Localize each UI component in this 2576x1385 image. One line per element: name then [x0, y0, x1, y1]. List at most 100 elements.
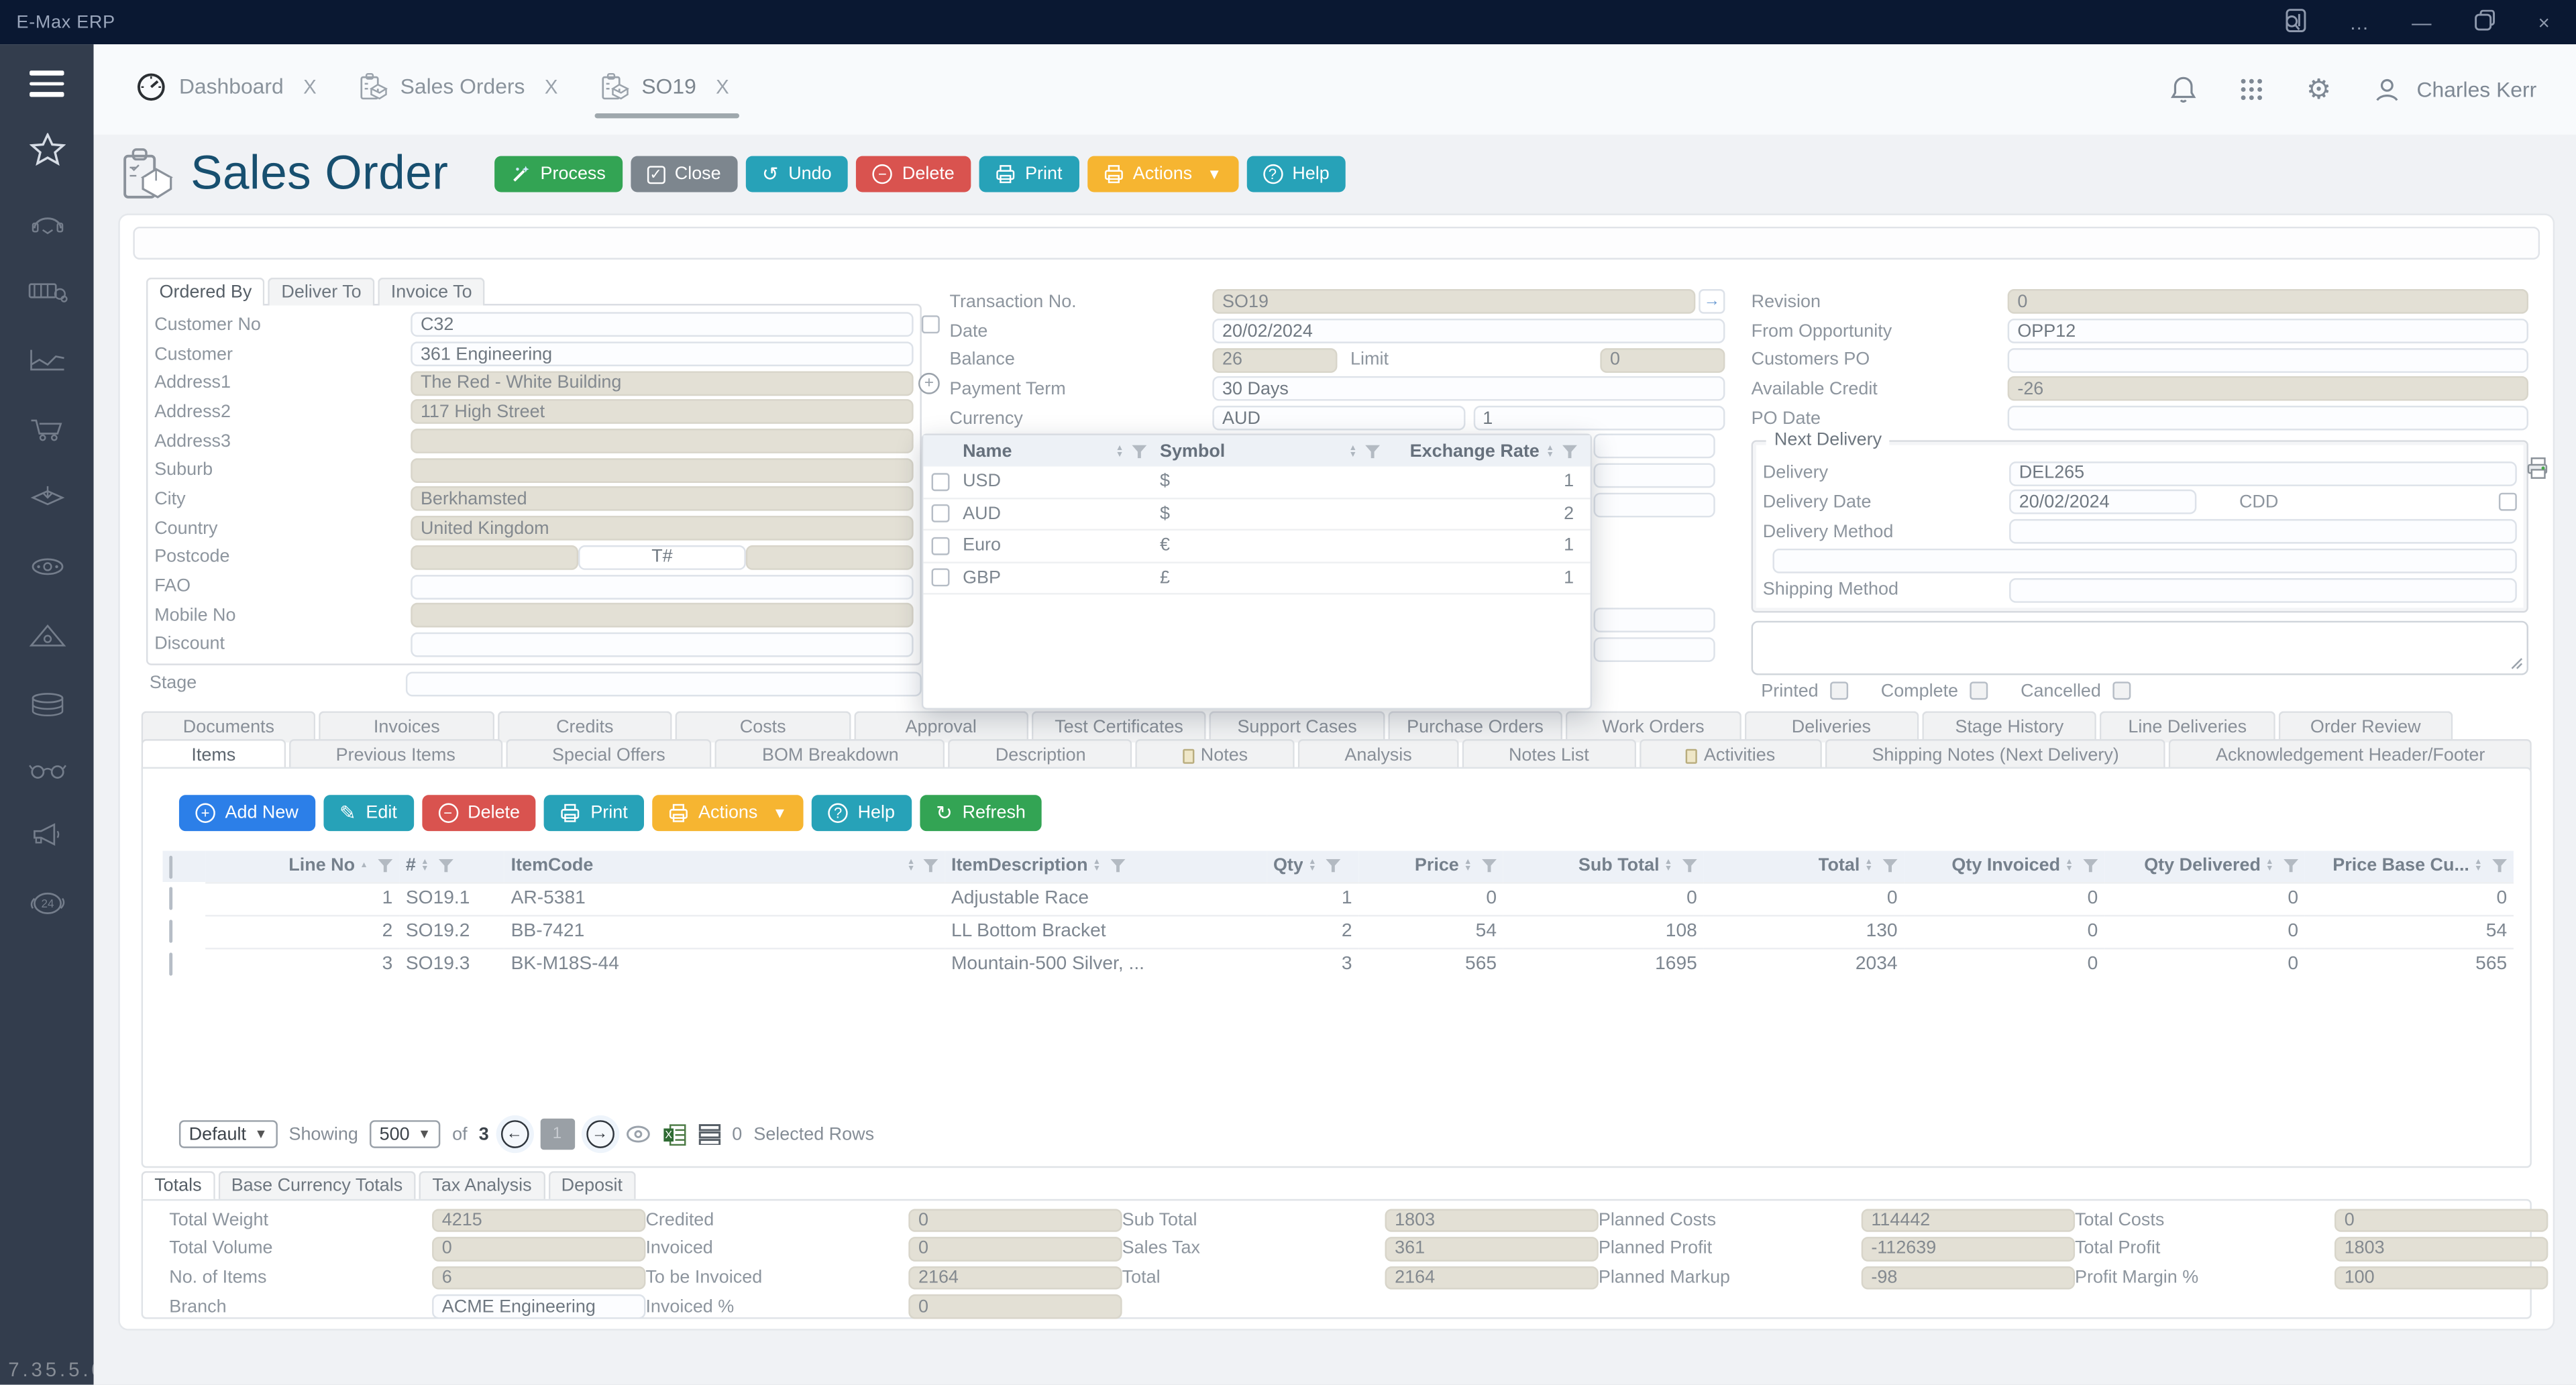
- sort-icon[interactable]: [2474, 859, 2482, 873]
- currency-col-name[interactable]: Name: [963, 441, 1160, 461]
- fao-field[interactable]: [411, 574, 913, 599]
- col-qty-delivered[interactable]: Qty Delivered: [2104, 851, 2305, 883]
- alerts-triangle-icon[interactable]: [27, 622, 66, 648]
- row-checkbox[interactable]: [932, 537, 950, 555]
- production-machine-icon[interactable]: [25, 277, 68, 303]
- filter-funnel-icon[interactable]: [378, 859, 392, 873]
- tab-support-cases[interactable]: Support Cases: [1210, 711, 1385, 742]
- cancelled-checkbox[interactable]: [2112, 682, 2131, 700]
- sort-icon[interactable]: [907, 859, 915, 873]
- col-num[interactable]: #: [399, 851, 504, 883]
- window-restore-icon[interactable]: [2474, 10, 2496, 35]
- tab-stage-history[interactable]: Stage History: [1922, 711, 2097, 742]
- tab-so19[interactable]: SO19 X: [600, 72, 729, 108]
- discount-field[interactable]: [411, 632, 913, 657]
- sort-icon[interactable]: [1865, 859, 1873, 873]
- cdd-checkbox[interactable]: [2499, 494, 2517, 512]
- tab-items[interactable]: Items: [142, 739, 286, 771]
- item-row-2[interactable]: 2 SO19.2 BB-7421 LL Bottom Bracket 2 54 …: [162, 915, 2513, 948]
- filter-funnel-icon[interactable]: [1482, 859, 1497, 873]
- window-search-icon[interactable]: [2282, 8, 2307, 36]
- hr-glasses-icon[interactable]: [27, 760, 66, 779]
- currency-col-symbol[interactable]: Symbol: [1160, 441, 1393, 461]
- delete-item-button[interactable]: −Delete: [422, 795, 537, 831]
- tab-line-deliveries[interactable]: Line Deliveries: [2100, 711, 2275, 742]
- row-checkbox[interactable]: [932, 569, 950, 587]
- charts-line-icon[interactable]: [27, 346, 66, 372]
- tab-invoice-to[interactable]: Invoice To: [378, 278, 485, 306]
- support-headset-icon[interactable]: [29, 208, 65, 234]
- row-checkbox[interactable]: [169, 920, 172, 942]
- postcode-field-2[interactable]: T#: [578, 545, 746, 570]
- filter-funnel-icon[interactable]: [2284, 859, 2298, 873]
- tab-deliver-to[interactable]: Deliver To: [268, 278, 374, 306]
- stage-field[interactable]: [406, 671, 922, 696]
- col-itemdescription[interactable]: ItemDescription: [945, 851, 1267, 883]
- sort-icon[interactable]: [1546, 444, 1554, 457]
- select-all-header[interactable]: [162, 851, 205, 883]
- currency-col-rate[interactable]: Exchange Rate: [1393, 441, 1591, 461]
- user-avatar-icon[interactable]: [2374, 76, 2400, 103]
- window-close-icon[interactable]: ×: [2538, 12, 2550, 32]
- menu-hamburger-icon[interactable]: [30, 70, 64, 96]
- tab-notes-list[interactable]: Notes List: [1462, 739, 1635, 771]
- tab-invoices[interactable]: Invoices: [319, 711, 494, 742]
- col-qty-invoiced[interactable]: Qty Invoiced: [1904, 851, 2104, 883]
- row-checkbox[interactable]: [932, 473, 950, 491]
- tab-sales-orders[interactable]: Sales Orders X: [359, 72, 557, 108]
- sort-icon[interactable]: [1308, 859, 1316, 873]
- items-help-button[interactable]: ?Help: [812, 795, 911, 831]
- currency-row-gbp[interactable]: GBP£1: [923, 563, 1590, 595]
- tab-totals[interactable]: Totals: [142, 1171, 215, 1199]
- exchange-rate-field[interactable]: 1: [1473, 406, 1725, 431]
- tab-deposit[interactable]: Deposit: [548, 1171, 636, 1199]
- sales-cart-icon[interactable]: [27, 414, 66, 441]
- filter-funnel-icon[interactable]: [1111, 859, 1126, 873]
- window-more-icon[interactable]: …: [2349, 12, 2369, 32]
- tab-notes[interactable]: Notes: [1136, 739, 1295, 771]
- filter-funnel-icon[interactable]: [1562, 444, 1577, 457]
- currency-field[interactable]: AUD: [1212, 406, 1464, 431]
- from-opportunity-field[interactable]: OPP12: [2008, 319, 2528, 343]
- tab-work-orders[interactable]: Work Orders: [1566, 711, 1741, 742]
- header-empty-field[interactable]: [133, 227, 2540, 260]
- delivery-method-field-2[interactable]: [1772, 549, 2516, 573]
- finance-coins-icon[interactable]: [29, 691, 65, 717]
- tab-acknowledgement[interactable]: Acknowledgement Header/Footer: [2169, 739, 2532, 771]
- delivery-date-field[interactable]: 20/02/2024: [2009, 490, 2196, 515]
- delivery-field[interactable]: DEL265: [2009, 461, 2517, 486]
- date-field[interactable]: 20/02/2024: [1212, 319, 1725, 343]
- customers-po-field[interactable]: [2008, 347, 2528, 372]
- apps-grid-icon[interactable]: [2239, 77, 2263, 102]
- excel-export-icon[interactable]: X: [661, 1123, 686, 1146]
- delete-button[interactable]: − Delete: [856, 156, 971, 192]
- sort-asc-icon[interactable]: [360, 863, 368, 869]
- tab-order-review[interactable]: Order Review: [2278, 711, 2453, 742]
- currency-row-aud[interactable]: AUD$2: [923, 498, 1590, 531]
- tab-analysis[interactable]: Analysis: [1298, 739, 1459, 771]
- filter-funnel-icon[interactable]: [1883, 859, 1898, 873]
- sort-icon[interactable]: [1664, 859, 1672, 873]
- tab-special-offers[interactable]: Special Offers: [505, 739, 712, 771]
- help-button[interactable]: ? Help: [1246, 156, 1346, 192]
- tab-dashboard[interactable]: Dashboard X: [136, 72, 316, 108]
- actions-button[interactable]: Actions ▼: [1087, 156, 1238, 192]
- col-sub-total[interactable]: Sub Total: [1503, 851, 1704, 883]
- filter-funnel-icon[interactable]: [1365, 444, 1380, 457]
- tab-costs[interactable]: Costs: [676, 711, 851, 742]
- tab-close-icon[interactable]: X: [545, 74, 558, 97]
- inventory-box-icon[interactable]: [29, 484, 65, 510]
- filter-funnel-icon[interactable]: [2492, 859, 2507, 873]
- favorites-star-icon[interactable]: [29, 132, 65, 165]
- add-new-button[interactable]: +Add New: [179, 795, 315, 831]
- tab-deliveries[interactable]: Deliveries: [1744, 711, 1919, 742]
- filter-funnel-icon[interactable]: [439, 859, 453, 873]
- tab-documents[interactable]: Documents: [142, 711, 317, 742]
- delivery-print-icon[interactable]: [2525, 457, 2550, 490]
- customer-no-checkbox[interactable]: [922, 316, 940, 334]
- col-price-base[interactable]: Price Base Cu...: [2305, 851, 2514, 883]
- tab-approval[interactable]: Approval: [853, 711, 1028, 742]
- edit-button[interactable]: ✎Edit: [323, 795, 414, 831]
- items-actions-button[interactable]: Actions▼: [652, 795, 803, 831]
- print-items-button[interactable]: Print: [545, 795, 644, 831]
